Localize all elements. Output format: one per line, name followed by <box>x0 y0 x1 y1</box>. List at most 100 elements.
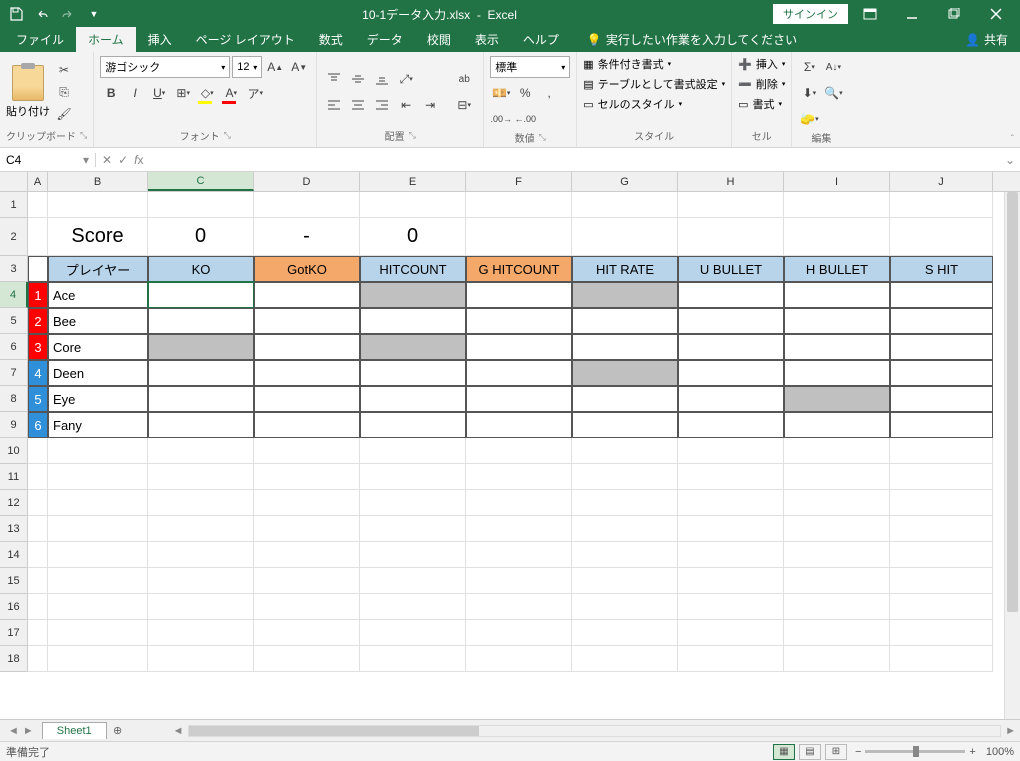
cell-J18[interactable] <box>890 646 993 672</box>
cell-F15[interactable] <box>466 568 572 594</box>
row-header-15[interactable]: 15 <box>0 568 28 594</box>
cell-G15[interactable] <box>572 568 678 594</box>
cell-E3[interactable]: HITCOUNT <box>360 256 466 282</box>
cell-B14[interactable] <box>48 542 148 568</box>
cell-A10[interactable] <box>28 438 48 464</box>
cell-I4[interactable] <box>784 282 890 308</box>
ribbon-display-icon[interactable] <box>850 0 890 28</box>
row-header-14[interactable]: 14 <box>0 542 28 568</box>
cell-C7[interactable] <box>148 360 254 386</box>
cell-D16[interactable] <box>254 594 360 620</box>
cell-A15[interactable] <box>28 568 48 594</box>
cell-G6[interactable] <box>572 334 678 360</box>
cell-C4[interactable] <box>148 282 254 308</box>
cell-J17[interactable] <box>890 620 993 646</box>
cell-F3[interactable]: G HITCOUNT <box>466 256 572 282</box>
cell-A12[interactable] <box>28 490 48 516</box>
cell-C5[interactable] <box>148 308 254 334</box>
cell-E15[interactable] <box>360 568 466 594</box>
cell-D7[interactable] <box>254 360 360 386</box>
align-center-icon[interactable] <box>347 94 369 116</box>
cell-F11[interactable] <box>466 464 572 490</box>
cell-J3[interactable]: S HIT <box>890 256 993 282</box>
cell-G12[interactable] <box>572 490 678 516</box>
cell-D14[interactable] <box>254 542 360 568</box>
cell-H14[interactable] <box>678 542 784 568</box>
cell-B13[interactable] <box>48 516 148 542</box>
cell-H1[interactable] <box>678 192 784 218</box>
cell-E13[interactable] <box>360 516 466 542</box>
cell-C9[interactable] <box>148 412 254 438</box>
cell-J11[interactable] <box>890 464 993 490</box>
tab-review[interactable]: 校閲 <box>415 27 463 52</box>
cell-A13[interactable] <box>28 516 48 542</box>
row-header-17[interactable]: 17 <box>0 620 28 646</box>
cell-A3[interactable] <box>28 256 48 282</box>
collapse-ribbon-icon[interactable]: ˆ <box>1011 134 1014 145</box>
cell-F6[interactable] <box>466 334 572 360</box>
clear-icon[interactable]: 🧽▾ <box>798 108 820 130</box>
cell-D13[interactable] <box>254 516 360 542</box>
cell-styles-button[interactable]: ▭セルのスタイル▾ <box>583 96 725 112</box>
normal-view-icon[interactable]: ▦ <box>773 744 795 760</box>
cell-D5[interactable] <box>254 308 360 334</box>
cell-B8[interactable]: Eye <box>48 386 148 412</box>
col-header-B[interactable]: B <box>48 172 148 191</box>
cell-I14[interactable] <box>784 542 890 568</box>
cell-H11[interactable] <box>678 464 784 490</box>
cell-E7[interactable] <box>360 360 466 386</box>
cell-G7[interactable] <box>572 360 678 386</box>
tab-view[interactable]: 表示 <box>463 27 511 52</box>
cell-C2[interactable]: 0 <box>148 218 254 256</box>
cell-B1[interactable] <box>48 192 148 218</box>
sort-filter-icon[interactable]: A↓▾ <box>822 56 844 78</box>
cell-J1[interactable] <box>890 192 993 218</box>
sheet-nav-prev-icon[interactable]: ◄ <box>8 725 19 737</box>
namebox-dropdown-icon[interactable]: ▾ <box>83 153 89 167</box>
cell-D11[interactable] <box>254 464 360 490</box>
cell-F14[interactable] <box>466 542 572 568</box>
save-icon[interactable] <box>4 2 28 26</box>
delete-cells-button[interactable]: ➖削除▾ <box>738 76 785 92</box>
cell-C3[interactable]: KO <box>148 256 254 282</box>
cancel-formula-icon[interactable]: ✕ <box>102 153 112 167</box>
cell-E6[interactable] <box>360 334 466 360</box>
cell-E1[interactable] <box>360 192 466 218</box>
cell-H3[interactable]: U BULLET <box>678 256 784 282</box>
cell-C10[interactable] <box>148 438 254 464</box>
cell-F13[interactable] <box>466 516 572 542</box>
cell-B2[interactable]: Score <box>48 218 148 256</box>
font-color-icon[interactable]: A▾ <box>220 82 242 104</box>
cell-I7[interactable] <box>784 360 890 386</box>
cell-D9[interactable] <box>254 412 360 438</box>
align-right-icon[interactable] <box>371 94 393 116</box>
row-header-6[interactable]: 6 <box>0 334 28 360</box>
decrease-indent-icon[interactable]: ⇤ <box>395 94 417 116</box>
cell-I12[interactable] <box>784 490 890 516</box>
cell-E8[interactable] <box>360 386 466 412</box>
number-launcher[interactable]: ⤡ <box>539 132 546 143</box>
copy-icon[interactable]: ⎘ <box>54 82 74 102</box>
row-header-10[interactable]: 10 <box>0 438 28 464</box>
cell-G3[interactable]: HIT RATE <box>572 256 678 282</box>
cell-I2[interactable] <box>784 218 890 256</box>
col-header-F[interactable]: F <box>466 172 572 191</box>
cell-G18[interactable] <box>572 646 678 672</box>
align-left-icon[interactable] <box>323 94 345 116</box>
col-header-D[interactable]: D <box>254 172 360 191</box>
col-header-G[interactable]: G <box>572 172 678 191</box>
redo-icon[interactable] <box>56 2 80 26</box>
cell-D12[interactable] <box>254 490 360 516</box>
cell-C13[interactable] <box>148 516 254 542</box>
fx-icon[interactable]: fx <box>134 153 143 167</box>
cell-J6[interactable] <box>890 334 993 360</box>
italic-button[interactable]: I <box>124 82 146 104</box>
cell-E14[interactable] <box>360 542 466 568</box>
cell-C15[interactable] <box>148 568 254 594</box>
cell-G1[interactable] <box>572 192 678 218</box>
cell-H13[interactable] <box>678 516 784 542</box>
cell-H15[interactable] <box>678 568 784 594</box>
insert-cells-button[interactable]: ➕挿入▾ <box>738 56 785 72</box>
cell-I15[interactable] <box>784 568 890 594</box>
clipboard-launcher[interactable]: ⤡ <box>80 130 87 141</box>
